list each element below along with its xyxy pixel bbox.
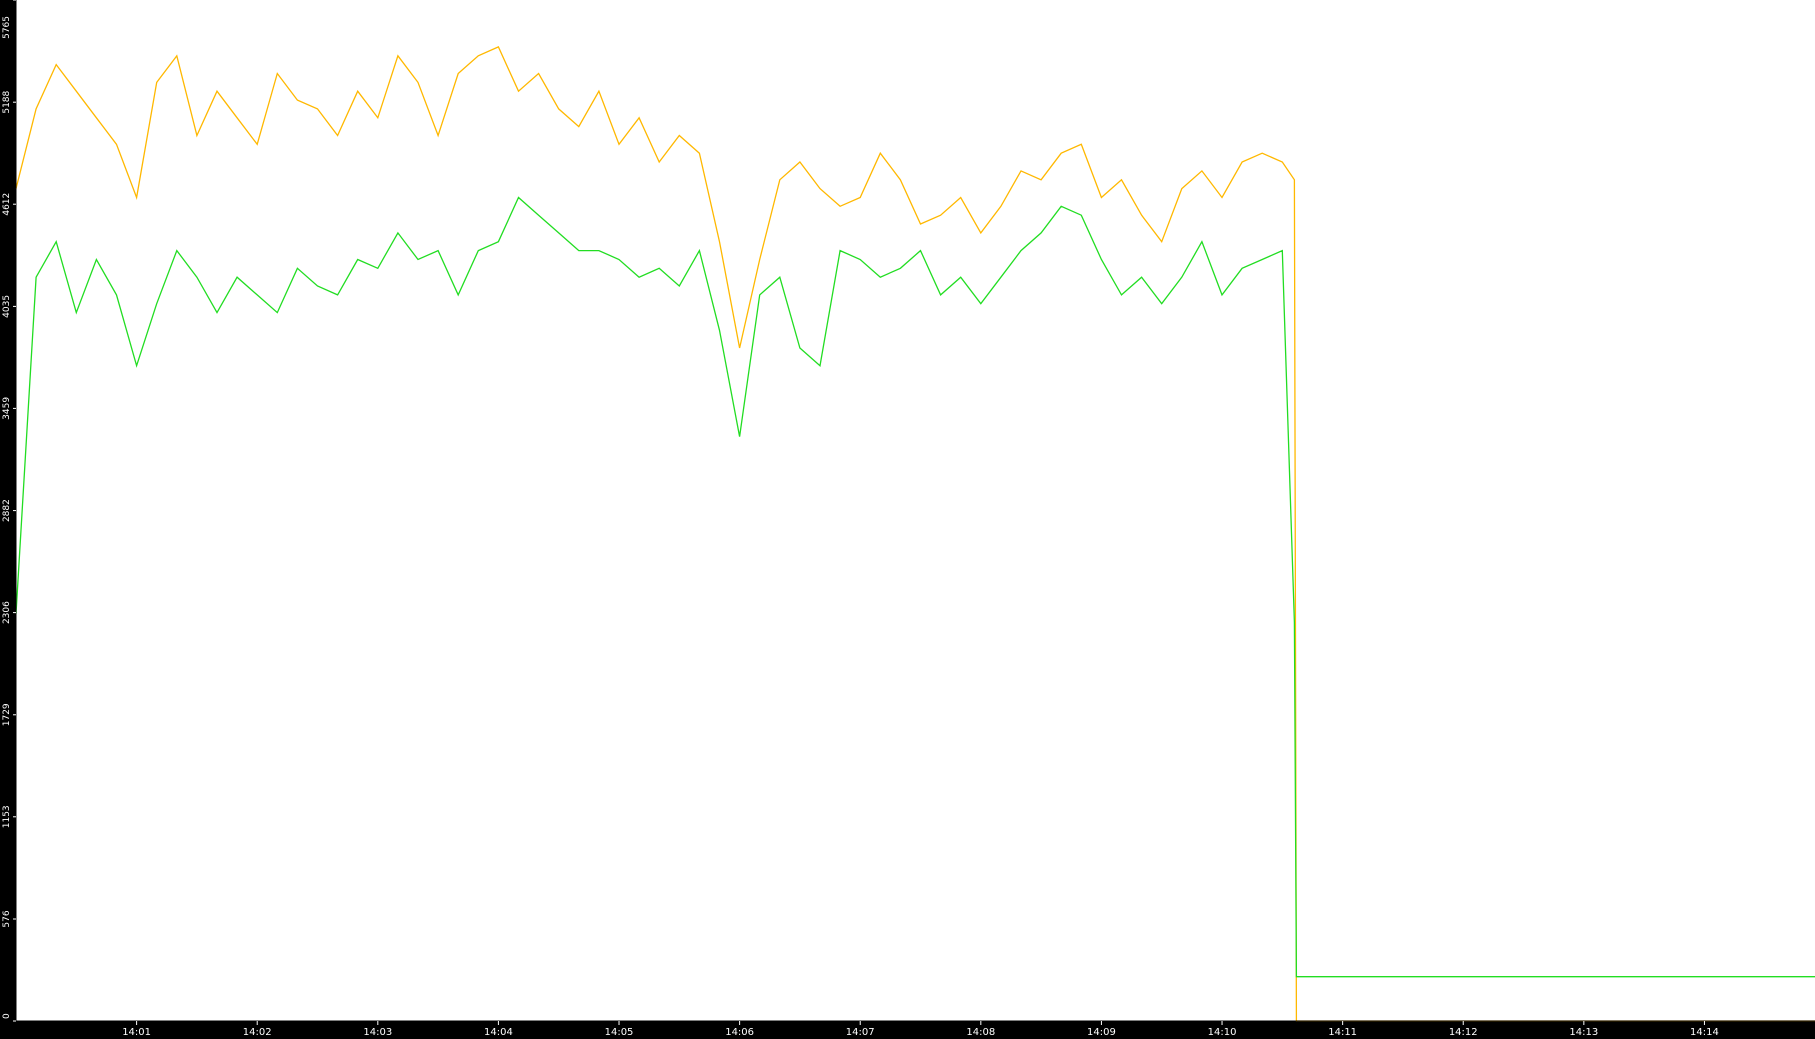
- y-tick-label: 5765: [2, 16, 12, 39]
- x-tick-label: 14:01: [122, 1027, 151, 1038]
- x-tick-label: 14:13: [1569, 1027, 1598, 1038]
- plot-area: [16, 0, 1815, 1021]
- y-tick-label: 0: [2, 1013, 12, 1019]
- y-tick-label: 4612: [2, 193, 12, 216]
- x-tick-label: 14:11: [1328, 1027, 1357, 1038]
- x-tick-label: 14:08: [966, 1027, 995, 1038]
- x-tick-label: 14:12: [1449, 1027, 1478, 1038]
- x-tick-label: 14:09: [1087, 1027, 1116, 1038]
- y-tick-label: 576: [2, 910, 12, 927]
- y-tick-label: 4035: [2, 295, 12, 318]
- line-chart: 0 576 1153 1729 2306 2882 3459 4035 4612 5188 5765…: [0, 0, 1815, 1039]
- x-tick-label: 14:07: [846, 1027, 875, 1038]
- y-tick-label: 3459: [2, 397, 12, 420]
- x-tick-label: 14:02: [243, 1027, 272, 1038]
- x-tick-label: 14:03: [363, 1027, 392, 1038]
- y-tick-label: 2882: [2, 499, 12, 522]
- y-tick-label: 5188: [2, 90, 12, 113]
- y-tick-label: 2306: [2, 601, 12, 624]
- y-tick-label: 1153: [2, 805, 12, 828]
- x-tick-label: 14:14: [1690, 1027, 1719, 1038]
- x-tick-label: 14:05: [605, 1027, 634, 1038]
- x-tick-label: 14:10: [1208, 1027, 1237, 1038]
- y-tick-label: 1729: [2, 703, 12, 726]
- x-tick-label: 14:04: [484, 1027, 513, 1038]
- x-tick-label: 14:06: [725, 1027, 754, 1038]
